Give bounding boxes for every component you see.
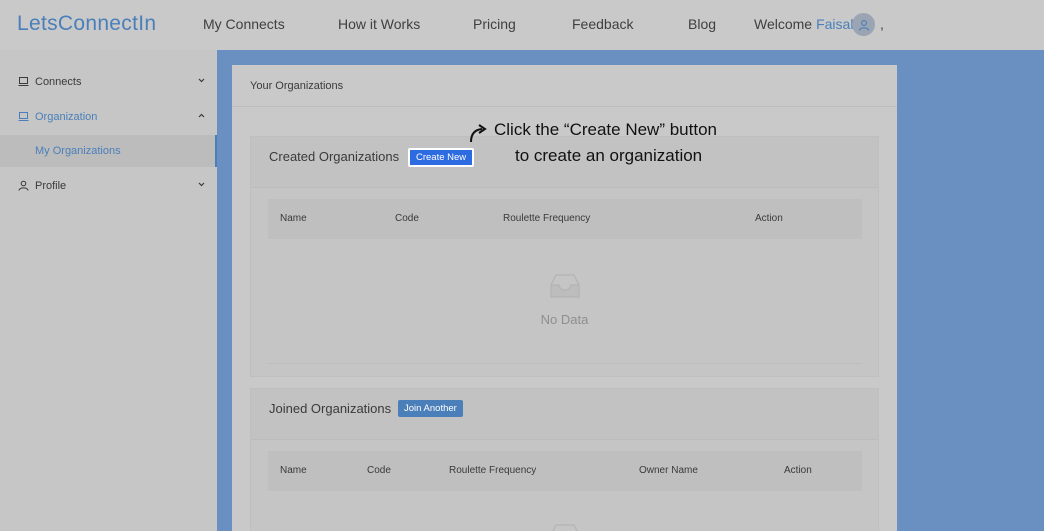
chevron-up-icon (198, 113, 205, 118)
sidebar: Connects Organization My Organizations P… (0, 50, 217, 531)
table-header: Name Code Roulette Frequency Owner Name … (268, 451, 862, 491)
chevron-down-icon (198, 182, 205, 187)
sidebar-subitem-label: My Organizations (35, 145, 121, 157)
section-header: Joined Organizations Join Another (251, 389, 878, 440)
nav-how-it-works[interactable]: How it Works (338, 16, 420, 32)
column-header[interactable]: Code (367, 465, 391, 476)
sidebar-item-connects[interactable]: Connects (0, 65, 217, 99)
empty-state (251, 521, 878, 531)
column-header[interactable]: Action (784, 465, 812, 476)
joined-organizations-section: Joined Organizations Join Another Name C… (250, 388, 879, 531)
created-organizations-section: Created Organizations Create New Name Co… (250, 136, 879, 377)
table-header: Name Code Roulette Frequency Action (268, 199, 862, 239)
laptop-icon (18, 77, 29, 86)
top-header: LetsConnectIn My Connects How it Works P… (0, 0, 1044, 50)
page-title: Your Organizations (250, 80, 344, 92)
column-header[interactable]: Roulette Frequency (503, 213, 590, 224)
header-comma: , (880, 16, 884, 32)
section-title: Joined Organizations (269, 401, 392, 416)
empty-state: No Data (251, 271, 878, 327)
nav-pricing[interactable]: Pricing (473, 16, 516, 32)
sidebar-item-label: Organization (35, 111, 98, 123)
section-title: Created Organizations (269, 149, 400, 164)
tutorial-annotation: Click the “Create New” button to create … (468, 118, 768, 170)
column-header[interactable]: Action (755, 213, 783, 224)
avatar[interactable] (852, 13, 875, 36)
column-header[interactable]: Roulette Frequency (449, 465, 536, 476)
user-name[interactable]: Faisal (816, 16, 853, 32)
divider (232, 106, 897, 107)
nav-my-connects[interactable]: My Connects (203, 16, 285, 32)
curved-arrow-icon (470, 124, 487, 143)
column-header[interactable]: Owner Name (639, 465, 698, 476)
sidebar-item-organization[interactable]: Organization (0, 100, 217, 134)
sidebar-item-profile[interactable]: Profile (0, 169, 217, 203)
sidebar-item-label: Profile (35, 180, 67, 192)
empty-text: No Data (540, 312, 589, 327)
column-header[interactable]: Code (395, 213, 419, 224)
empty-inbox-icon (549, 274, 580, 298)
join-another-button[interactable]: Join Another (398, 400, 463, 417)
welcome-label: Welcome (754, 16, 813, 32)
table-divider (268, 363, 862, 364)
nav-feedback[interactable]: Feedback (572, 16, 633, 32)
annotation-line-1: Click the “Create New” button (494, 120, 717, 139)
annotation-line-2: to create an organization (515, 146, 703, 165)
chevron-down-icon (198, 78, 205, 83)
laptop-icon (18, 112, 29, 121)
create-new-button[interactable]: Create New (408, 148, 475, 167)
user-icon (858, 19, 869, 31)
sidebar-item-label: Connects (35, 76, 82, 88)
column-header[interactable]: Name (280, 465, 307, 476)
empty-inbox-icon (551, 524, 578, 531)
user-icon (18, 180, 29, 191)
app-logo[interactable]: LetsConnectIn (17, 12, 156, 36)
sidebar-subitem-my-organizations[interactable]: My Organizations (0, 135, 217, 167)
column-header[interactable]: Name (280, 213, 307, 224)
welcome-text: Welcome Faisal (754, 16, 853, 32)
nav-blog[interactable]: Blog (688, 16, 716, 32)
